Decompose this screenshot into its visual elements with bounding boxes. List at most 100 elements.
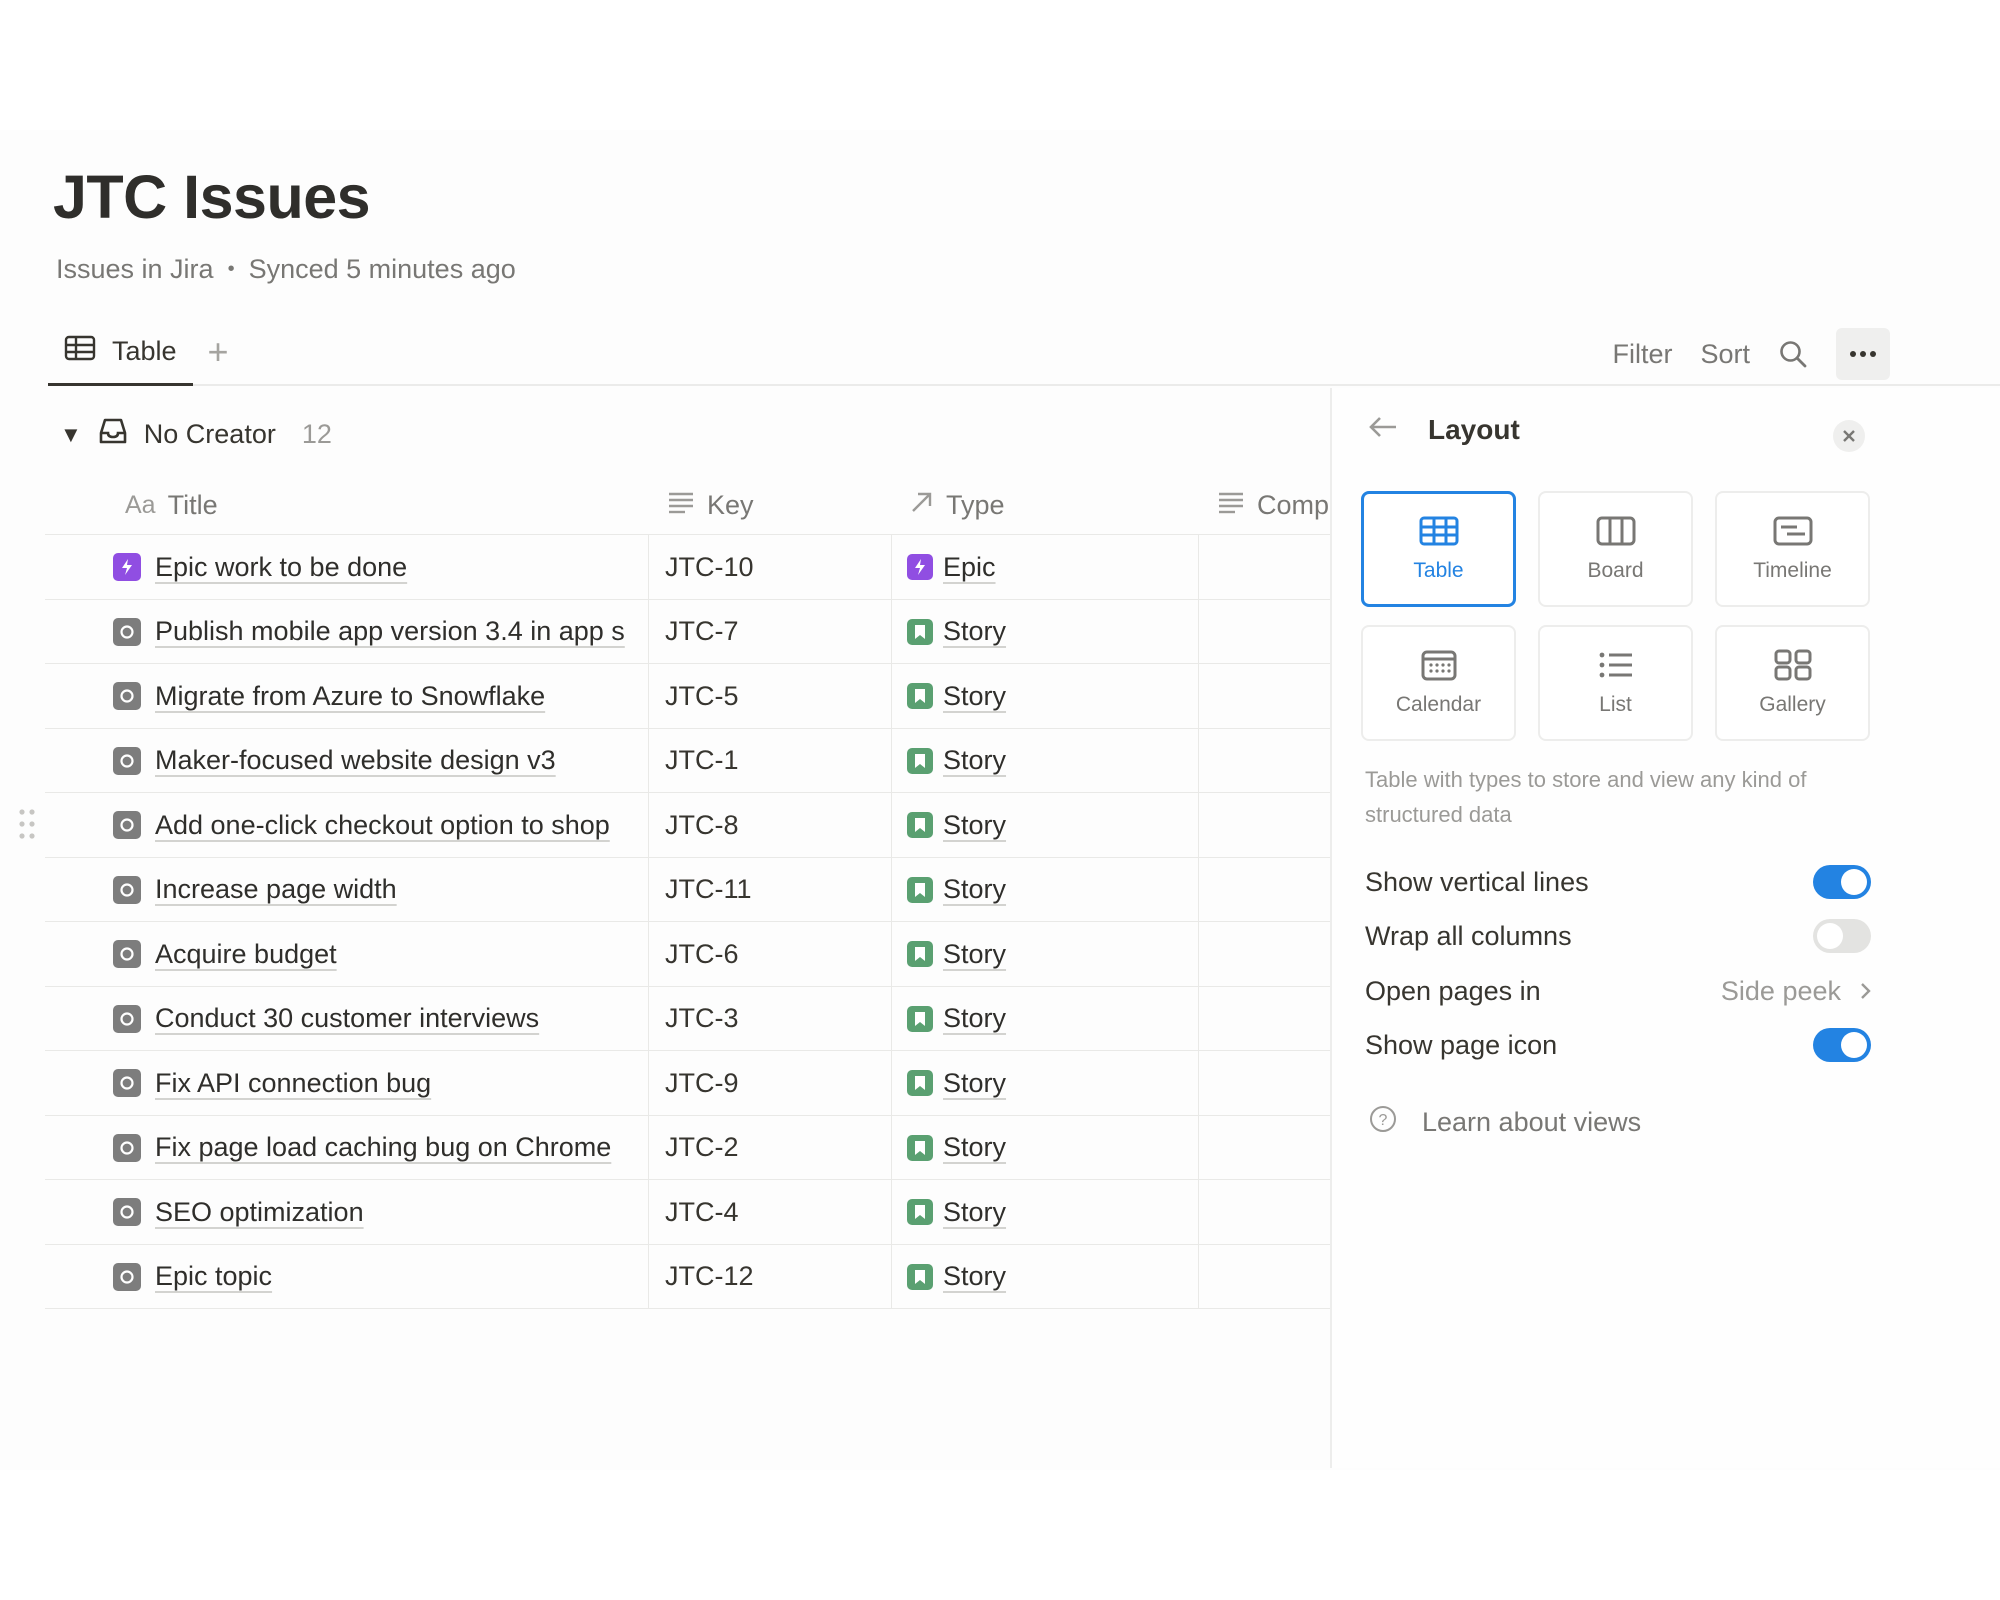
issue-title[interactable]: Fix page load caching bug on Chrome (155, 1132, 611, 1163)
key-cell[interactable]: JTC-7 (665, 600, 895, 664)
title-cell[interactable]: Fix API connection bug (113, 1051, 691, 1115)
type-cell[interactable]: Epic (907, 535, 1207, 599)
title-cell[interactable]: Epic topic (113, 1245, 691, 1309)
type-cell[interactable]: Story (907, 1245, 1207, 1309)
type-cell[interactable]: Story (907, 729, 1207, 793)
open-pages-value[interactable]: Side peek (1721, 976, 1871, 1007)
type-label[interactable]: Story (943, 1003, 1006, 1034)
layout-option-calendar[interactable]: Calendar (1361, 625, 1516, 741)
key-cell[interactable]: JTC-6 (665, 922, 895, 986)
type-label[interactable]: Story (943, 1068, 1006, 1099)
issue-title[interactable]: Fix API connection bug (155, 1068, 431, 1099)
type-label[interactable]: Story (943, 810, 1006, 841)
column-header-key[interactable]: Key (667, 475, 754, 535)
type-label[interactable]: Story (943, 1261, 1006, 1292)
title-cell[interactable]: Maker-focused website design v3 (113, 729, 691, 793)
key-cell[interactable]: JTC-3 (665, 987, 895, 1051)
column-header-comp[interactable]: Comp (1217, 475, 1329, 535)
type-label[interactable]: Story (943, 745, 1006, 776)
layout-option-board[interactable]: Board (1538, 491, 1693, 607)
table-row[interactable]: Maker-focused website design v3 JTC-1 Stor… (45, 729, 1330, 793)
type-cell[interactable]: Story (907, 600, 1207, 664)
table-row[interactable]: Migrate from Azure to Snowflake JTC-5 Stor… (45, 664, 1330, 729)
option-open-pages-in[interactable]: Open pages in Side peek (1365, 969, 1871, 1013)
close-panel-button[interactable] (1833, 420, 1865, 452)
type-cell[interactable]: Story (907, 664, 1207, 728)
learn-about-views-link[interactable]: ? Learn about views (1368, 1104, 1641, 1141)
sort-button[interactable]: Sort (1700, 339, 1750, 370)
layout-option-timeline[interactable]: Timeline (1715, 491, 1870, 607)
issue-title[interactable]: Publish mobile app version 3.4 in app s (155, 616, 625, 647)
title-cell[interactable]: Increase page width (113, 858, 691, 922)
type-label[interactable]: Story (943, 616, 1006, 647)
layout-option-table[interactable]: Table (1361, 491, 1516, 607)
vertical-lines-toggle[interactable] (1813, 865, 1871, 899)
tab-table[interactable]: Table (48, 320, 193, 386)
key-cell[interactable]: JTC-11 (665, 858, 895, 922)
type-cell[interactable]: Story (907, 1180, 1207, 1244)
layout-option-list[interactable]: List (1538, 625, 1693, 741)
group-header[interactable]: ▼ No Creator 12 (60, 417, 332, 452)
title-cell[interactable]: Conduct 30 customer interviews (113, 987, 691, 1051)
type-label[interactable]: Story (943, 874, 1006, 905)
title-cell[interactable]: Add one-click checkout option to shop (113, 793, 691, 857)
key-cell[interactable]: JTC-10 (665, 535, 895, 599)
key-cell[interactable]: JTC-9 (665, 1051, 895, 1115)
table-row[interactable]: Increase page width JTC-11 Story (45, 858, 1330, 922)
type-cell[interactable]: Story (907, 793, 1207, 857)
issue-title[interactable]: Increase page width (155, 874, 397, 905)
type-cell[interactable]: Story (907, 922, 1207, 986)
type-cell[interactable]: Story (907, 1116, 1207, 1180)
issue-title[interactable]: Epic work to be done (155, 552, 407, 583)
key-cell[interactable]: JTC-12 (665, 1245, 895, 1309)
table-row[interactable]: Acquire budget JTC-6 Story (45, 922, 1330, 987)
type-label[interactable]: Story (943, 681, 1006, 712)
title-cell[interactable]: SEO optimization (113, 1180, 691, 1244)
table-row[interactable]: Conduct 30 customer interviews JTC-3 Story (45, 987, 1330, 1051)
type-cell[interactable]: Story (907, 1051, 1207, 1115)
title-cell[interactable]: Fix page load caching bug on Chrome (113, 1116, 691, 1180)
table-row[interactable]: SEO optimization JTC-4 Story (45, 1180, 1330, 1245)
title-cell[interactable]: Epic work to be done (113, 535, 691, 599)
search-icon[interactable] (1778, 339, 1808, 369)
title-cell[interactable]: Acquire budget (113, 922, 691, 986)
key-cell[interactable]: JTC-4 (665, 1180, 895, 1244)
more-options-button[interactable] (1836, 328, 1890, 380)
table-header: Aa Title Key Type Comp (45, 475, 1330, 535)
type-label[interactable]: Epic (943, 552, 996, 583)
key-cell[interactable]: JTC-5 (665, 664, 895, 728)
column-header-type[interactable]: Type (910, 475, 1005, 535)
type-label[interactable]: Story (943, 1132, 1006, 1163)
table-row[interactable]: Fix API connection bug JTC-9 Story (45, 1051, 1330, 1116)
type-label[interactable]: Story (943, 1197, 1006, 1228)
drag-handle-icon[interactable] (18, 808, 36, 840)
table-row[interactable]: Publish mobile app version 3.4 in app s J… (45, 600, 1330, 664)
issue-title[interactable]: Maker-focused website design v3 (155, 745, 556, 776)
type-cell[interactable]: Story (907, 987, 1207, 1051)
page-icon-toggle[interactable] (1813, 1028, 1871, 1062)
back-arrow-icon[interactable] (1368, 414, 1398, 446)
title-cell[interactable]: Migrate from Azure to Snowflake (113, 664, 691, 728)
column-header-title[interactable]: Aa Title (125, 475, 218, 535)
table-row[interactable]: Epic work to be done JTC-10 Epic (45, 535, 1330, 600)
issue-title[interactable]: Acquire budget (155, 939, 337, 970)
collapse-triangle-icon[interactable]: ▼ (60, 422, 82, 448)
issue-title[interactable]: Migrate from Azure to Snowflake (155, 681, 545, 712)
issue-title[interactable]: Add one-click checkout option to shop (155, 810, 610, 841)
key-cell[interactable]: JTC-1 (665, 729, 895, 793)
issue-title[interactable]: Epic topic (155, 1261, 272, 1292)
add-view-button[interactable]: + (198, 330, 238, 374)
issue-title[interactable]: SEO optimization (155, 1197, 364, 1228)
filter-button[interactable]: Filter (1612, 339, 1672, 370)
table-row[interactable]: Fix page load caching bug on Chrome JTC-2… (45, 1116, 1330, 1180)
title-cell[interactable]: Publish mobile app version 3.4 in app s (113, 600, 691, 664)
layout-option-gallery[interactable]: Gallery (1715, 625, 1870, 741)
key-cell[interactable]: JTC-2 (665, 1116, 895, 1180)
type-label[interactable]: Story (943, 939, 1006, 970)
issue-title[interactable]: Conduct 30 customer interviews (155, 1003, 539, 1034)
type-cell[interactable]: Story (907, 858, 1207, 922)
table-row[interactable]: Add one-click checkout option to shop JTC… (45, 793, 1330, 858)
key-cell[interactable]: JTC-8 (665, 793, 895, 857)
wrap-columns-toggle[interactable] (1813, 919, 1871, 953)
table-row[interactable]: Epic topic JTC-12 Story (45, 1245, 1330, 1309)
